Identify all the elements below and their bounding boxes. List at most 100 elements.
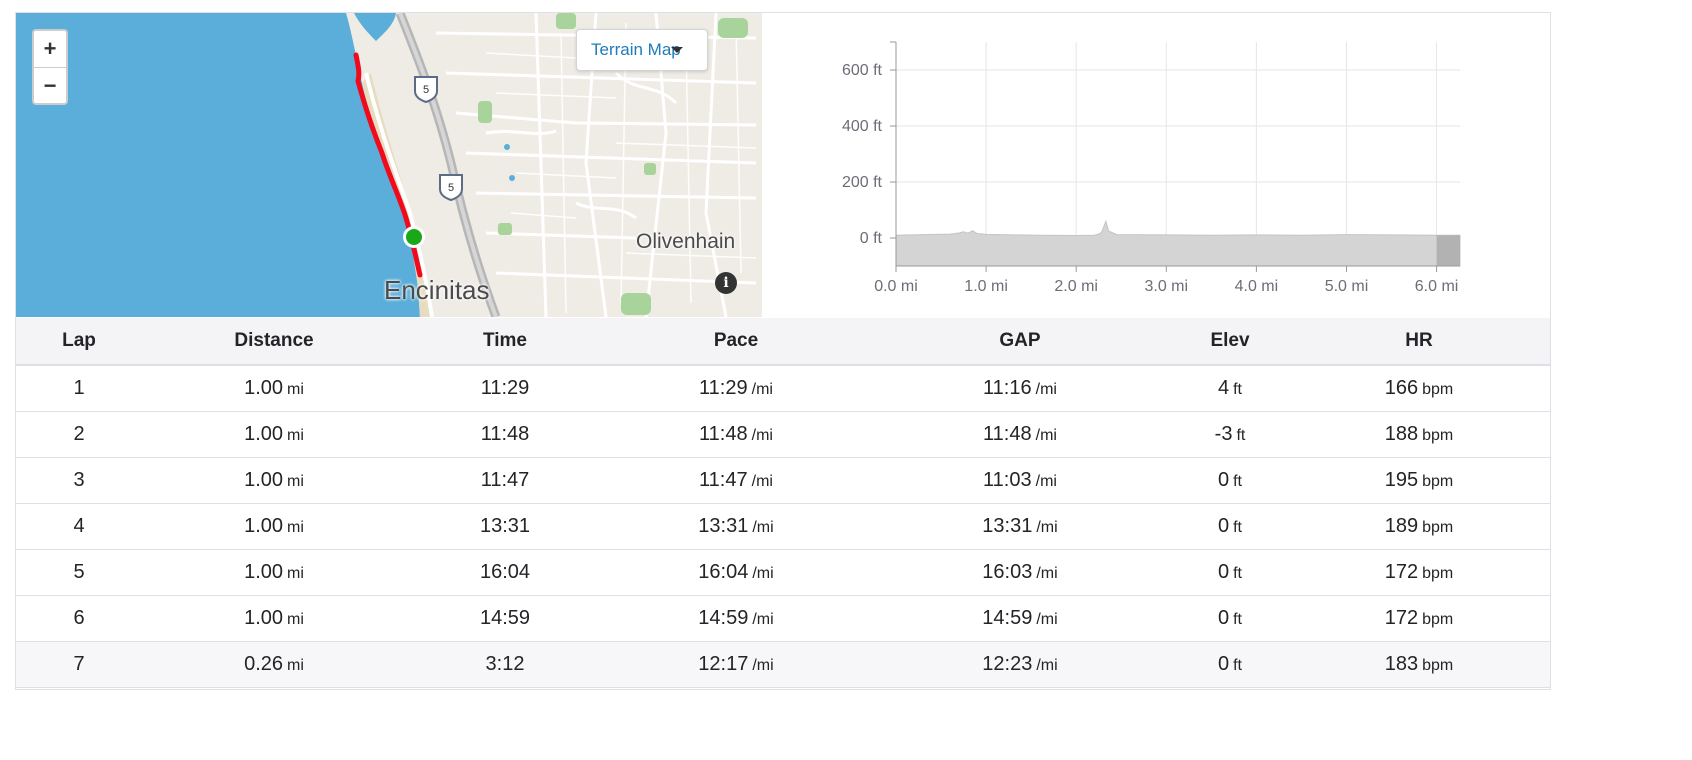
- elev-cell: 0 ft: [1172, 549, 1288, 596]
- table-header-row: Lap Distance Time Pace GAP Elev HR: [16, 318, 1550, 366]
- unit-label: bpm: [1422, 519, 1454, 536]
- lap-cell: 2: [16, 411, 142, 458]
- hr-cell: 189 bpm: [1288, 503, 1550, 550]
- value-label: 11:47: [480, 469, 530, 491]
- unit-label: /mi: [752, 611, 774, 628]
- hr-cell: 195 bpm: [1288, 457, 1550, 504]
- x-tick-label: 1.0 mi: [964, 278, 1008, 295]
- elev-cell: 0 ft: [1172, 503, 1288, 550]
- time-cell: 16:04: [406, 549, 604, 596]
- elev-cell: 0 ft: [1172, 457, 1288, 504]
- zoom-out-button[interactable]: −: [34, 68, 66, 104]
- svg-text:5: 5: [423, 84, 429, 96]
- table-row[interactable]: 2 1.00 mi 11:48 11:48/mi 11:48/mi -3 ft 188 bpm: [16, 411, 1550, 458]
- column-header-distance[interactable]: Distance: [142, 318, 406, 366]
- value-label: 11:29: [480, 377, 530, 399]
- distance-cell: 1.00 mi: [142, 411, 406, 458]
- value-label: 3: [73, 469, 85, 491]
- value-label: 1.00: [244, 561, 284, 583]
- value-label: 1.00: [244, 607, 284, 629]
- unit-label: mi: [287, 381, 304, 398]
- y-tick-label: 0 ft: [860, 230, 883, 247]
- pace-cell: 11:48/mi: [604, 411, 868, 458]
- unit-label: mi: [287, 427, 304, 444]
- lap-cell: 3: [16, 457, 142, 504]
- value-label: 195: [1384, 469, 1419, 491]
- unit-label: mi: [287, 519, 304, 536]
- elevation-area: [895, 219, 1461, 267]
- highway-shield-icon: 5: [439, 174, 463, 202]
- y-tick-label: 400 ft: [842, 118, 883, 135]
- time-cell: 11:47: [406, 457, 604, 504]
- route-map[interactable]: 5 5 Olivenhain Encinitas + − Terrain Map…: [16, 13, 762, 317]
- table-row[interactable]: 7 0.26 mi 3:12 12:17/mi 12:23/mi 0 ft 183 bpm: [16, 641, 1550, 688]
- elev-cell: 0 ft: [1172, 595, 1288, 642]
- unit-label: /mi: [751, 381, 773, 398]
- column-header-pace[interactable]: Pace: [604, 318, 868, 366]
- table-row[interactable]: 3 1.00 mi 11:47 11:47/mi 11:03/mi 0 ft 195 bpm: [16, 457, 1550, 504]
- value-label: 13:31: [698, 515, 749, 537]
- value-label: 3:12: [485, 653, 525, 675]
- unit-label: /mi: [751, 427, 773, 444]
- laps-table: Lap Distance Time Pace GAP Elev HR 1 1.00…: [16, 318, 1550, 688]
- unit-label: ft: [1233, 611, 1242, 628]
- unit-label: /mi: [1036, 565, 1058, 582]
- hr-cell: 172 bpm: [1288, 595, 1550, 642]
- elev-cell: 4 ft: [1172, 365, 1288, 412]
- unit-label: ft: [1233, 565, 1242, 582]
- x-tick-label: 2.0 mi: [1054, 278, 1098, 295]
- value-label: 11:29: [699, 377, 748, 399]
- gap-cell: 13:31/mi: [868, 503, 1172, 550]
- column-header-time[interactable]: Time: [406, 318, 604, 366]
- column-header-hr[interactable]: HR: [1288, 318, 1550, 366]
- table-row[interactable]: 5 1.00 mi 16:04 16:04/mi 16:03/mi 0 ft 172 bpm: [16, 549, 1550, 596]
- zoom-in-button[interactable]: +: [34, 31, 66, 68]
- distance-cell: 1.00 mi: [142, 503, 406, 550]
- x-tick-label: 4.0 mi: [1235, 278, 1279, 295]
- distance-cell: 0.26 mi: [142, 641, 406, 688]
- lap-cell: 1: [16, 365, 142, 412]
- value-label: 1.00: [244, 469, 284, 491]
- unit-label: /mi: [751, 473, 773, 490]
- table-row[interactable]: 4 1.00 mi 13:31 13:31/mi 13:31/mi 0 ft 189 bpm: [16, 503, 1550, 550]
- unit-label: ft: [1233, 519, 1242, 536]
- value-label: 0: [1217, 561, 1230, 583]
- value-label: 12:23: [982, 653, 1033, 675]
- value-label: 0: [1217, 653, 1230, 675]
- value-label: 4: [73, 515, 85, 537]
- info-icon[interactable]: i: [715, 272, 737, 294]
- value-label: 0: [1217, 607, 1230, 629]
- lap-cell: 7: [16, 641, 142, 688]
- x-tick-label: 6.0 mi: [1415, 278, 1459, 295]
- elevation-chart: 600 ft 400 ft 200 ft 0 ft 0.0 mi 1.0 mi 2.0 mi…: [842, 41, 1461, 295]
- time-cell: 13:31: [406, 503, 604, 550]
- x-tick-label: 5.0 mi: [1325, 278, 1369, 295]
- value-label: 183: [1384, 653, 1419, 675]
- hr-cell: 183 bpm: [1288, 641, 1550, 688]
- table-row[interactable]: 6 1.00 mi 14:59 14:59/mi 14:59/mi 0 ft 172 bpm: [16, 595, 1550, 642]
- lap-cell: 5: [16, 549, 142, 596]
- distance-cell: 1.00 mi: [142, 595, 406, 642]
- value-label: 13:31: [479, 515, 531, 537]
- value-label: 16:04: [479, 561, 531, 583]
- distance-cell: 1.00 mi: [142, 457, 406, 504]
- column-header-gap[interactable]: GAP: [868, 318, 1172, 366]
- y-tick-label: 200 ft: [842, 174, 883, 191]
- gap-cell: 11:16/mi: [868, 365, 1172, 412]
- gap-cell: 12:23/mi: [868, 641, 1172, 688]
- pace-cell: 12:17/mi: [604, 641, 868, 688]
- elev-cell: 0 ft: [1172, 641, 1288, 688]
- unit-label: /mi: [1035, 381, 1057, 398]
- column-header-lap[interactable]: Lap: [16, 318, 142, 366]
- x-tick-label: 0.0 mi: [874, 278, 918, 295]
- place-label-encinitas: Encinitas: [384, 275, 490, 305]
- value-label: 1.00: [244, 515, 284, 537]
- lap-cell: 4: [16, 503, 142, 550]
- column-header-elev[interactable]: Elev: [1172, 318, 1288, 366]
- y-tick-label: 600 ft: [842, 62, 883, 79]
- map-type-dropdown[interactable]: Terrain Map: [576, 29, 708, 71]
- value-label: -3: [1214, 423, 1233, 445]
- table-row[interactable]: 1 1.00 mi 11:29 11:29/mi 11:16/mi 4 ft 166 bpm: [16, 365, 1550, 412]
- unit-label: mi: [287, 565, 304, 582]
- unit-label: ft: [1233, 657, 1242, 674]
